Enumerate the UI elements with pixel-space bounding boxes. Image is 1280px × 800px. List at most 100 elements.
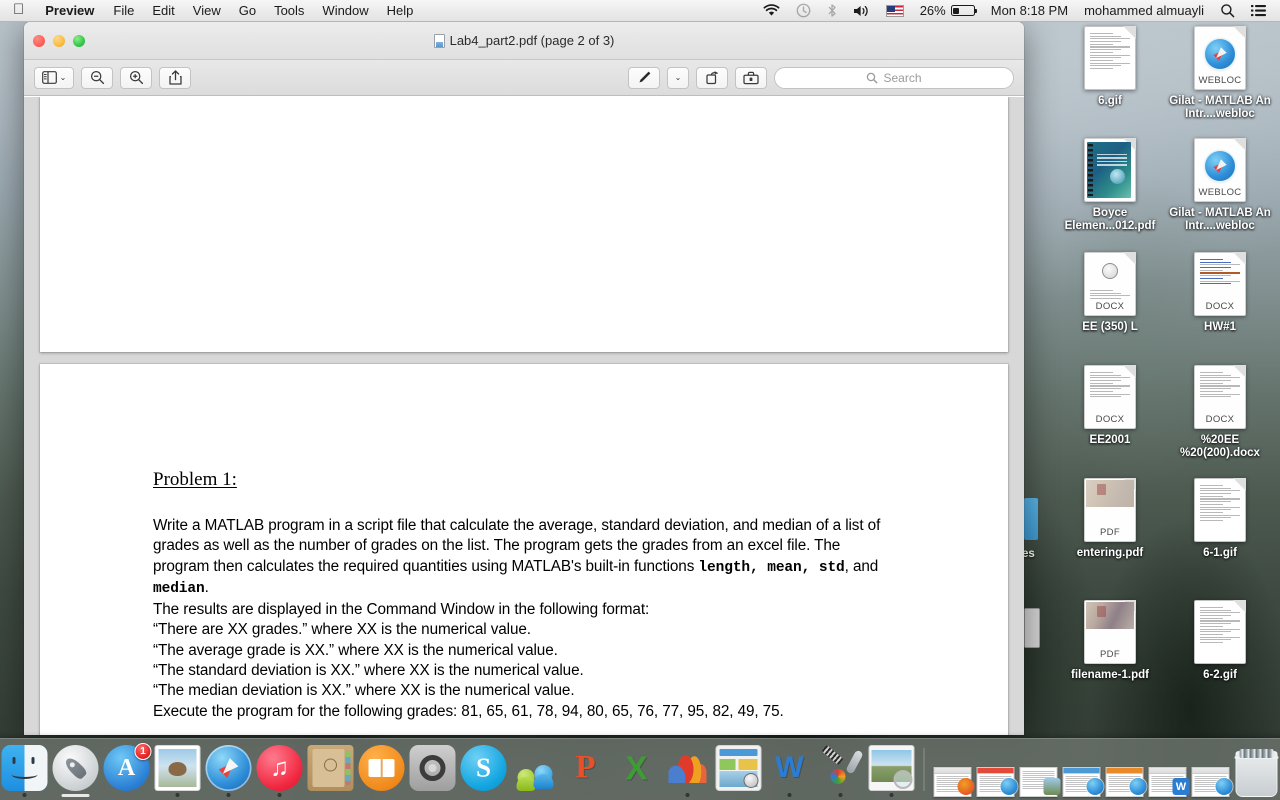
menu-edit[interactable]: Edit	[143, 0, 183, 21]
dock-item-powerpoint[interactable]: P	[562, 745, 610, 797]
safari-icon	[1205, 151, 1235, 182]
menu-file[interactable]: File	[104, 0, 143, 21]
pdf-page-1	[40, 97, 1008, 352]
dock-item-safari[interactable]	[205, 745, 253, 797]
dock-item-word[interactable]: W	[766, 745, 814, 797]
contacts-icon	[307, 745, 354, 791]
dock-item-itunes[interactable]: ♫	[256, 745, 304, 797]
dock-minimized-safari-window-2[interactable]	[1062, 745, 1104, 797]
markup-button[interactable]	[628, 66, 660, 89]
dock-minimized-safari-window-4[interactable]	[1191, 745, 1233, 797]
desktop-icon-gilat-webloc-1[interactable]: WEBLOC Gilat - MATLAB An Intr....webloc	[1166, 26, 1274, 121]
skype-icon: S	[460, 745, 507, 791]
dock-minimized-safari-window-3[interactable]	[1105, 745, 1147, 797]
dock-minimized-document-window[interactable]	[1019, 745, 1061, 797]
dock-item-mail[interactable]	[154, 745, 202, 797]
dock[interactable]: A 1 ♫ S P X W W	[0, 738, 1280, 800]
dock-item-app-store[interactable]: A 1	[103, 743, 152, 797]
dock-item-excel[interactable]: X	[613, 745, 661, 797]
search-input[interactable]: Search	[883, 71, 921, 85]
search-field[interactable]: Search	[774, 66, 1014, 89]
menu-help[interactable]: Help	[378, 0, 423, 21]
desktop-icon-label: entering.pdf	[1076, 547, 1144, 559]
wifi-icon[interactable]	[755, 0, 788, 21]
time-machine-icon[interactable]	[788, 0, 819, 21]
docx-file-icon: DOCX	[1194, 252, 1246, 316]
toolbox-button[interactable]	[735, 66, 767, 89]
user-name[interactable]: mohammed almuayli	[1076, 0, 1212, 21]
safari-badge-icon	[1000, 778, 1018, 795]
docx-file-icon: DOCX	[1194, 365, 1246, 429]
docx-file-icon: DOCX	[1084, 365, 1136, 429]
finder-icon	[1, 745, 48, 791]
desktop-icon-6-gif[interactable]: 6.gif	[1056, 26, 1164, 108]
desktop-icon-gilat-webloc-2[interactable]: WEBLOC Gilat - MATLAB An Intr....webloc	[1166, 138, 1274, 233]
problem-output-lines: The results are displayed in the Command…	[153, 600, 895, 722]
matlab-function-median: median	[153, 580, 205, 597]
dock-item-system-preferences[interactable]	[409, 745, 457, 797]
menu-view[interactable]: View	[184, 0, 230, 21]
safari-badge-icon	[1086, 778, 1104, 795]
menu-go[interactable]: Go	[230, 0, 265, 21]
dock-item-skype[interactable]: S	[460, 745, 508, 797]
spotlight-search-icon[interactable]	[1212, 0, 1243, 21]
battery-icon[interactable]	[950, 0, 983, 21]
desktop-icon-boyce-pdf[interactable]: Boyce Elemen...012.pdf	[1056, 138, 1164, 233]
dock-item-launchpad[interactable]	[52, 745, 100, 797]
desktop-icon-ee-350-l[interactable]: DOCX EE (350) L	[1056, 252, 1164, 334]
chevron-down-icon: ⌄	[674, 72, 682, 82]
dock-minimized-safari-window-1[interactable]	[976, 745, 1018, 797]
notification-center-icon[interactable]	[1243, 0, 1274, 21]
desktop-icon-6-1-gif[interactable]: 6-1.gif	[1166, 478, 1274, 560]
rotate-button[interactable]	[696, 66, 728, 89]
dock-item-preview[interactable]	[868, 745, 916, 797]
desktop-icon-6-2-gif[interactable]: 6-2.gif	[1166, 600, 1274, 682]
zoom-in-button[interactable]	[120, 66, 152, 89]
dock-item-ibooks[interactable]	[358, 745, 406, 797]
dock-minimized-word-window[interactable]: W	[1148, 745, 1190, 797]
gif-file-icon	[1084, 26, 1136, 90]
dock-item-matlab[interactable]	[664, 745, 712, 797]
desktop-icon-filename-1-pdf[interactable]: PDF filename-1.pdf	[1056, 600, 1164, 682]
dock-item-trash[interactable]	[1234, 745, 1280, 797]
mail-icon	[154, 745, 201, 791]
bluetooth-icon[interactable]	[819, 0, 845, 21]
desktop-icon-ee2001[interactable]: DOCX EE2001	[1056, 365, 1164, 447]
volume-icon[interactable]	[845, 0, 878, 21]
pdf-scroll-area[interactable]: Problem 1: Write a MATLAB program in a s…	[24, 97, 1024, 735]
problem-heading: Problem 1:	[153, 469, 237, 490]
zoom-button[interactable]	[73, 34, 85, 47]
zoom-out-button[interactable]	[81, 66, 113, 89]
dock-item-contacts[interactable]	[307, 745, 355, 797]
desktop-icon-hw1[interactable]: DOCX HW#1	[1166, 252, 1274, 334]
gif-file-icon	[1194, 478, 1246, 542]
us-flag-icon[interactable]	[878, 0, 912, 21]
battery-percentage[interactable]: 26%	[912, 0, 951, 21]
dock-item-finder[interactable]	[1, 745, 49, 797]
sidebar-toggle-button[interactable]: ⌄	[34, 66, 74, 89]
preview-window[interactable]: Lab4_part2.pdf (page 2 of 3) ⌄ ⌄ Search …	[24, 22, 1024, 735]
menu-window[interactable]: Window	[313, 0, 377, 21]
menu-preview[interactable]: Preview	[35, 0, 104, 21]
excel-icon: X	[625, 749, 648, 787]
close-button[interactable]	[33, 34, 45, 47]
dock-item-xcode[interactable]	[817, 744, 865, 797]
menu-tools[interactable]: Tools	[265, 0, 313, 21]
desktop-icon-entering-pdf[interactable]: PDF entering.pdf	[1056, 478, 1164, 560]
apple-menu-icon[interactable]: 	[0, 0, 35, 20]
dock-item-messenger[interactable]	[511, 745, 559, 797]
desktop-icon-label: 6.gif	[1098, 95, 1122, 107]
share-button[interactable]	[159, 66, 191, 89]
occluded-desktop-icon-2[interactable]	[1024, 608, 1040, 648]
desktop-icon-pct20ee[interactable]: DOCX %20EE %20(200).docx	[1166, 365, 1274, 460]
search-icon	[867, 72, 878, 84]
occluded-desktop-icon[interactable]	[1024, 498, 1038, 540]
minimize-button[interactable]	[53, 34, 65, 47]
markup-options-button[interactable]: ⌄	[667, 66, 689, 89]
dock-item-dashboard[interactable]	[715, 745, 763, 797]
window-controls	[24, 34, 85, 47]
dock-minimized-matlab-window[interactable]	[933, 745, 975, 797]
menu-bar-clock[interactable]: Mon 8:18 PM	[983, 0, 1076, 21]
desktop-icon-label: Gilat - MATLAB An Intr....webloc	[1169, 95, 1271, 120]
window-titlebar[interactable]: Lab4_part2.pdf (page 2 of 3)	[24, 22, 1024, 60]
